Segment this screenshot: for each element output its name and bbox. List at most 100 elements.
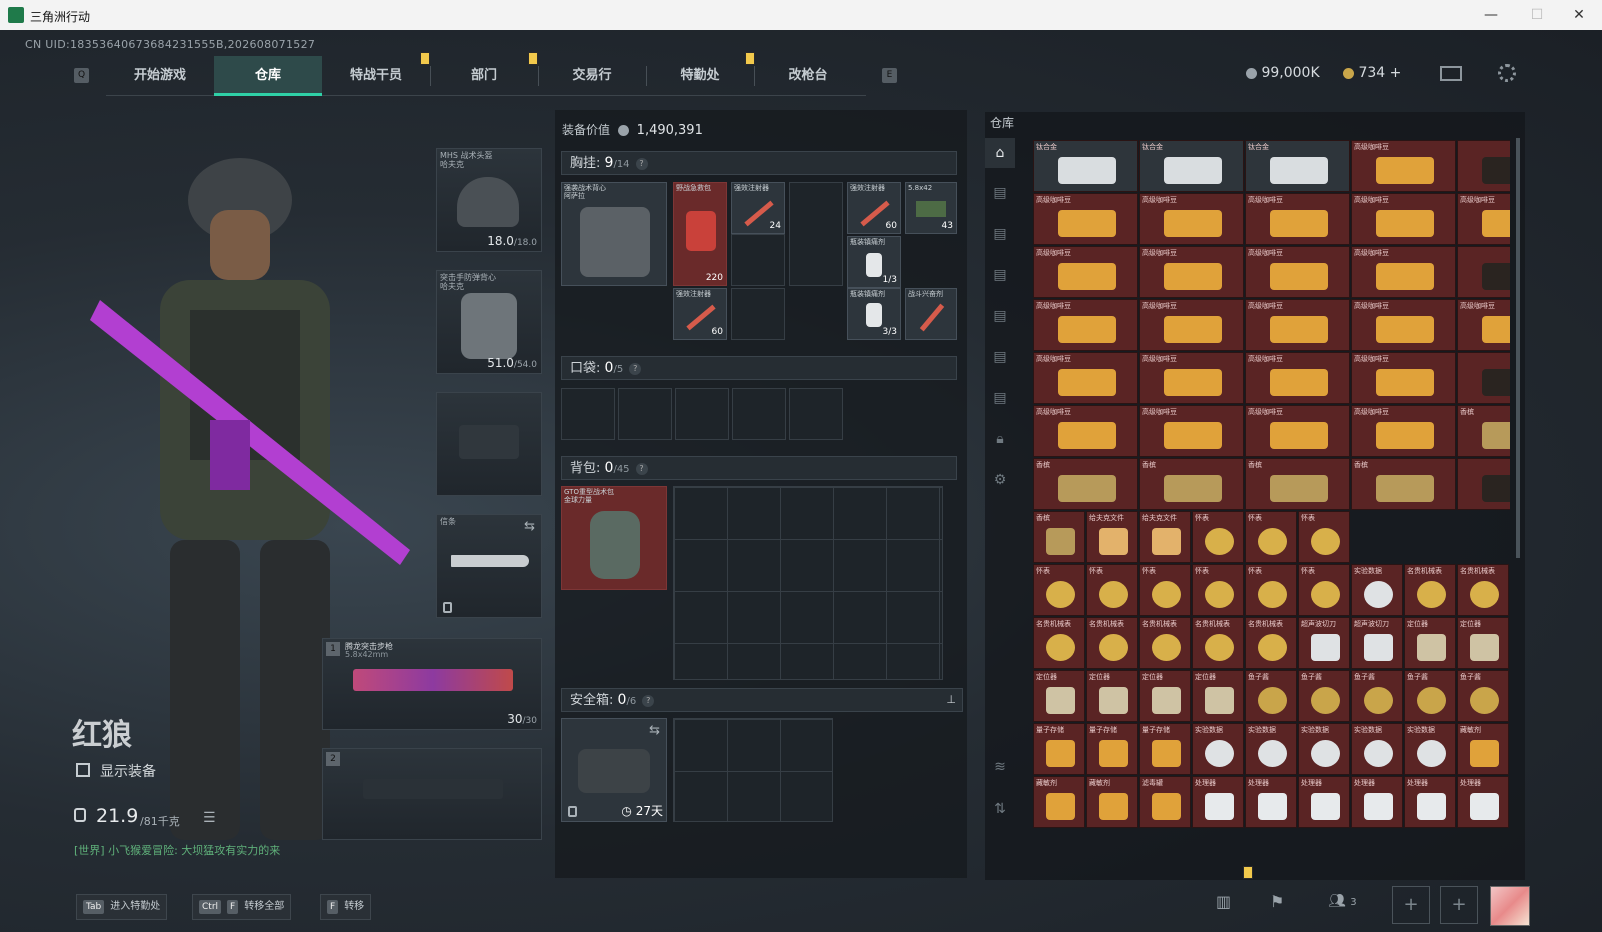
- stash-item[interactable]: 高级咖啡豆: [1245, 299, 1350, 351]
- stash-item[interactable]: 名贵机械表: [1033, 617, 1085, 669]
- tab-operators[interactable]: 特战干员: [322, 56, 430, 96]
- stash-item[interactable]: 鱼子酱: [1457, 670, 1509, 722]
- show-gear-checkbox[interactable]: [76, 763, 90, 777]
- stash-sort-icon[interactable]: ⇅: [985, 794, 1015, 824]
- stash-item[interactable]: 定位器: [1404, 617, 1456, 669]
- list-icon[interactable]: ☰: [203, 810, 216, 826]
- squad-icon[interactable]: 👥︎ 3: [1328, 893, 1357, 909]
- stash-lock-icon[interactable]: 🔒︎: [985, 424, 1015, 454]
- stash-item[interactable]: 处理器: [1245, 776, 1297, 828]
- stash-item[interactable]: 滤毒罐: [1139, 776, 1191, 828]
- stash-item[interactable]: 怀表: [1298, 564, 1350, 616]
- stash-item[interactable]: 超声波切刀: [1351, 617, 1403, 669]
- stash-item[interactable]: 处理器: [1298, 776, 1350, 828]
- stash-item[interactable]: 处理器: [1404, 776, 1456, 828]
- help-icon[interactable]: ?: [629, 362, 642, 375]
- stash-item[interactable]: 怀表: [1298, 511, 1350, 563]
- help-icon[interactable]: ?: [635, 157, 648, 170]
- stash-item[interactable]: 定位器: [1139, 670, 1191, 722]
- stash-item[interactable]: 高级咖啡豆: [1139, 299, 1244, 351]
- chest-item-injector[interactable]: 强效注射器 60: [673, 288, 727, 340]
- stash-item[interactable]: [1457, 246, 1510, 298]
- stash-item[interactable]: [1457, 352, 1510, 404]
- stash-item[interactable]: 怀表: [1192, 511, 1244, 563]
- stash-item[interactable]: 高级咖啡豆: [1351, 246, 1456, 298]
- tab-start-game[interactable]: 开始游戏: [106, 56, 214, 96]
- secondary-weapon-slot[interactable]: 2: [322, 748, 542, 840]
- stash-item[interactable]: 高级咖啡豆: [1245, 352, 1350, 404]
- enter-special-ops-button[interactable]: Tab 进入特勤处: [76, 894, 168, 920]
- stash-item[interactable]: 高级咖啡豆: [1139, 405, 1244, 457]
- help-icon[interactable]: ?: [642, 694, 655, 707]
- stash-item[interactable]: 钛合金: [1033, 140, 1138, 192]
- tab-gunsmith[interactable]: 改枪台: [754, 56, 862, 96]
- stash-item[interactable]: 香槟: [1245, 458, 1350, 510]
- stash-item[interactable]: 钛合金: [1245, 140, 1350, 192]
- stash-item[interactable]: 高级咖啡豆: [1033, 299, 1138, 351]
- stash-grid[interactable]: 钛合金 钛合金 钛合金 高级咖啡豆 高级咖啡豆 高级咖啡豆 高级咖啡豆 高级咖啡豆 高级咖啡豆高…: [1033, 140, 1510, 840]
- stash-item[interactable]: 给夫克文件: [1139, 511, 1191, 563]
- stash-item[interactable]: 怀表: [1086, 564, 1138, 616]
- stash-item[interactable]: 高级咖啡豆: [1139, 246, 1244, 298]
- stash-layers-icon[interactable]: ≋: [985, 752, 1015, 782]
- stash-item[interactable]: 定位器: [1192, 670, 1244, 722]
- stash-item[interactable]: 处理器: [1192, 776, 1244, 828]
- chest-rig-item[interactable]: 强袭战术背心 阿萨拉: [561, 182, 667, 286]
- help-icon[interactable]: ?: [635, 462, 648, 475]
- stash-item[interactable]: 高级咖啡豆: [1457, 193, 1510, 245]
- stash-item[interactable]: 香槟: [1139, 458, 1244, 510]
- stash-item[interactable]: 高级咖啡豆: [1245, 405, 1350, 457]
- stash-item[interactable]: 实验数据: [1351, 564, 1403, 616]
- stash-item[interactable]: 超声波切刀: [1298, 617, 1350, 669]
- chest-item-ammo[interactable]: 5.8x42 43: [905, 182, 957, 234]
- helmet-slot[interactable]: MHS 战术头盔 哈夫克 18.0/18.0: [436, 148, 542, 252]
- stash-item[interactable]: 定位器: [1086, 670, 1138, 722]
- stash-item[interactable]: 高级咖啡豆: [1033, 405, 1138, 457]
- tab-warehouse[interactable]: 仓库: [214, 56, 322, 96]
- chest-item-injector[interactable]: 强效注射器 60: [847, 182, 901, 234]
- stash-item[interactable]: 定位器: [1457, 617, 1509, 669]
- transfer-button[interactable]: F 转移: [320, 894, 372, 920]
- stash-item[interactable]: 高级咖啡豆: [1245, 246, 1350, 298]
- chest-item-painkiller[interactable]: 瓶装镇痛剂 3/3: [847, 288, 901, 340]
- stash-item[interactable]: 高级咖啡豆: [1351, 193, 1456, 245]
- chest-item-injector[interactable]: 强效注射器 24: [731, 182, 785, 234]
- stash-item[interactable]: 高级咖啡豆: [1139, 193, 1244, 245]
- tab-market[interactable]: 交易行: [538, 56, 646, 96]
- stash-item[interactable]: 怀表: [1192, 564, 1244, 616]
- pocket-slot[interactable]: [561, 388, 615, 440]
- stash-item[interactable]: 怀表: [1245, 564, 1297, 616]
- pocket-slot[interactable]: [789, 388, 843, 440]
- stash-item[interactable]: 给夫克文件: [1086, 511, 1138, 563]
- chat-message[interactable]: [世界] 小飞猴爱冒险: 大坝猛攻有实力的来: [74, 842, 280, 858]
- stash-item[interactable]: 怀表: [1245, 511, 1297, 563]
- maximize-button[interactable]: ☐: [1514, 0, 1560, 30]
- stash-item[interactable]: 香槟: [1457, 405, 1510, 457]
- stash-tab-icon[interactable]: ▤: [985, 178, 1015, 208]
- stash-item[interactable]: 量子存储: [1086, 723, 1138, 775]
- stash-item[interactable]: 高级咖啡豆: [1351, 405, 1456, 457]
- stash-item[interactable]: 名贵机械表: [1192, 617, 1244, 669]
- stash-item[interactable]: 量子存储: [1139, 723, 1191, 775]
- stash-tab-icon[interactable]: ▤: [985, 342, 1015, 372]
- close-button[interactable]: ✕: [1556, 0, 1602, 30]
- safebox-item[interactable]: ⇆ ◷ 27天: [561, 718, 667, 822]
- chest-item-stim[interactable]: 战斗兴奋剂: [905, 288, 957, 340]
- stash-item[interactable]: 实验数据: [1192, 723, 1244, 775]
- minimize-button[interactable]: —: [1468, 0, 1514, 30]
- stash-item[interactable]: 名贵机械表: [1457, 564, 1509, 616]
- stash-item[interactable]: 钛合金: [1139, 140, 1244, 192]
- stash-item[interactable]: 藏敏剂: [1457, 723, 1509, 775]
- stash-item[interactable]: 鱼子酱: [1404, 670, 1456, 722]
- transfer-all-button[interactable]: Ctrl F 转移全部: [192, 894, 292, 920]
- stash-tab-icon[interactable]: ▤: [985, 260, 1015, 290]
- melee-slot[interactable]: 信条 ⇆: [436, 514, 542, 618]
- stash-item[interactable]: [1457, 458, 1510, 510]
- stash-item[interactable]: 高级咖啡豆: [1033, 352, 1138, 404]
- mail-icon[interactable]: [1440, 66, 1462, 81]
- stash-item[interactable]: 名贵机械表: [1086, 617, 1138, 669]
- pocket-slot[interactable]: [732, 388, 786, 440]
- stash-item[interactable]: 名贵机械表: [1245, 617, 1297, 669]
- pocket-slot[interactable]: [675, 388, 729, 440]
- stash-item[interactable]: 怀表: [1139, 564, 1191, 616]
